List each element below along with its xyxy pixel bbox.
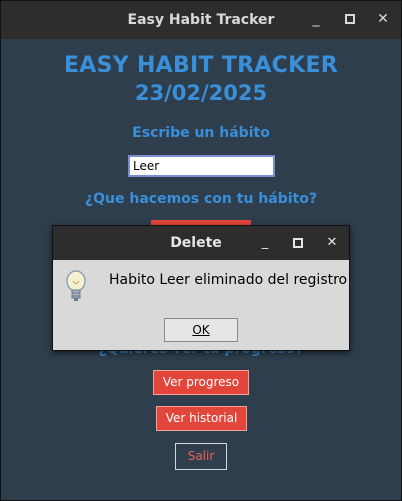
close-icon[interactable]: ✕: [375, 11, 391, 27]
lightbulb-icon: [65, 270, 87, 304]
view-progress-button[interactable]: Ver progreso: [153, 370, 249, 395]
delete-dialog: Delete _ ✕ Habito Leer eliminado del reg…: [52, 225, 350, 351]
question-label: ¿Que hacemos con tu hábito?: [85, 191, 317, 207]
exit-button[interactable]: Salir: [175, 443, 227, 470]
ok-button[interactable]: OK: [164, 318, 238, 342]
window-titlebar[interactable]: Easy Habit Tracker _ ✕: [1, 1, 401, 39]
habit-input[interactable]: Leer: [128, 155, 275, 177]
app-heading: EASY HABIT TRACKER: [63, 53, 339, 78]
habit-label: Escribe un hábito: [132, 125, 270, 141]
window-title: Easy Habit Tracker: [127, 12, 275, 28]
ok-button-label: OK: [192, 323, 210, 337]
dialog-titlebar[interactable]: Delete _ ✕: [53, 226, 349, 260]
dialog-minimize-icon[interactable]: _: [257, 235, 273, 251]
current-date: 23/02/2025: [134, 81, 268, 105]
minimize-icon[interactable]: _: [308, 11, 324, 27]
dialog-close-icon[interactable]: ✕: [324, 235, 340, 251]
view-history-button[interactable]: Ver historial: [156, 406, 247, 431]
dialog-maximize-icon[interactable]: [290, 235, 306, 251]
dialog-title: Delete: [170, 235, 222, 251]
dialog-message: Habito Leer eliminado del registro: [109, 272, 348, 288]
maximize-icon[interactable]: [342, 11, 358, 27]
